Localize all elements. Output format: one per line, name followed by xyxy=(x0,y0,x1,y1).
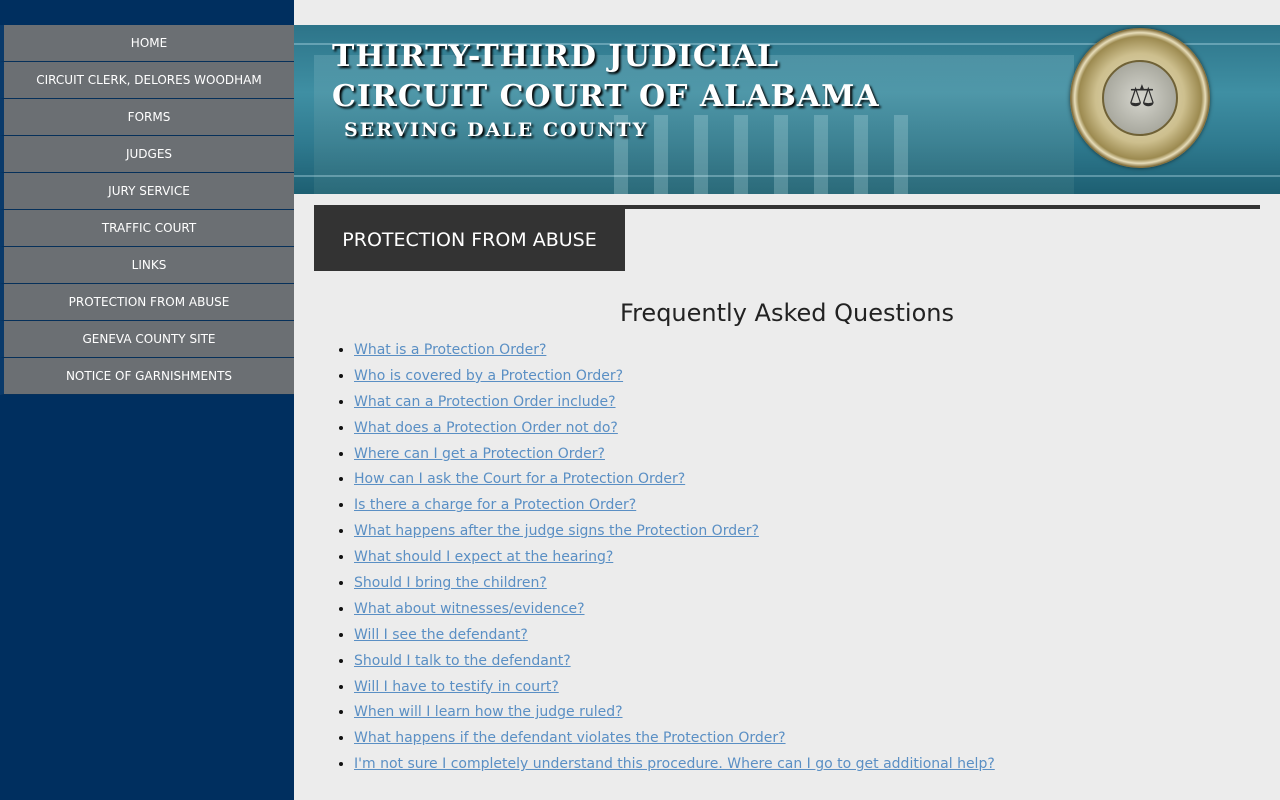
sidebar: HOME CIRCUIT CLERK, DELORES WOODHAM FORM… xyxy=(0,0,294,800)
scales-of-justice-icon: ⚖ xyxy=(1128,79,1156,114)
courthouse-column xyxy=(734,115,748,194)
nav-item-traffic-court[interactable]: TRAFFIC COURT xyxy=(0,210,294,247)
banner-stripe xyxy=(294,175,1280,177)
faq-link[interactable]: Will I see the defendant? xyxy=(354,627,528,643)
faq-item: Is there a charge for a Protection Order… xyxy=(354,495,995,521)
faq-item: Will I see the defendant? xyxy=(354,625,995,651)
courthouse-column xyxy=(814,115,828,194)
faq-link[interactable]: I'm not sure I completely understand thi… xyxy=(354,756,995,772)
faq-link[interactable]: Where can I get a Protection Order? xyxy=(354,446,605,462)
faq-link[interactable]: What happens if the defendant violates t… xyxy=(354,730,786,746)
nav-item-links[interactable]: LINKS xyxy=(0,247,294,284)
site-subtitle: SERVING DALE COUNTY xyxy=(344,119,649,141)
faq-link[interactable]: What can a Protection Order include? xyxy=(354,394,616,410)
faq-heading: Frequently Asked Questions xyxy=(620,299,954,327)
faq-item: Where can I get a Protection Order? xyxy=(354,444,995,470)
nav-item-jury-service[interactable]: JURY SERVICE xyxy=(0,173,294,210)
courthouse-column xyxy=(694,115,708,194)
faq-link[interactable]: What should I expect at the hearing? xyxy=(354,549,613,565)
faq-link[interactable]: Should I talk to the defendant? xyxy=(354,653,571,669)
faq-item: Should I talk to the defendant? xyxy=(354,651,995,677)
nav-item-forms[interactable]: FORMS xyxy=(0,99,294,136)
seal-center: ⚖ xyxy=(1102,60,1178,136)
main-content: PROTECTION FROM ABUSE Frequently Asked Q… xyxy=(314,205,1260,772)
faq-item: How can I ask the Court for a Protection… xyxy=(354,469,995,495)
faq-link[interactable]: Should I bring the children? xyxy=(354,575,547,591)
faq-item: What happens after the judge signs the P… xyxy=(354,521,995,547)
nav-item-geneva-county-site[interactable]: GENEVA COUNTY SITE xyxy=(0,321,294,358)
faq-item: Should I bring the children? xyxy=(354,573,995,599)
nav-item-protection-from-abuse[interactable]: PROTECTION FROM ABUSE xyxy=(0,284,294,321)
faq-link[interactable]: Is there a charge for a Protection Order… xyxy=(354,497,636,513)
state-seal-logo: ⚖ xyxy=(1070,28,1210,168)
faq-link[interactable]: Will I have to testify in court? xyxy=(354,679,559,695)
faq-item: Will I have to testify in court? xyxy=(354,677,995,703)
nav-item-home[interactable]: HOME xyxy=(0,25,294,62)
nav-item-notice-of-garnishments[interactable]: NOTICE OF GARNISHMENTS xyxy=(0,358,294,395)
faq-item: What can a Protection Order include? xyxy=(354,392,995,418)
main-nav: HOME CIRCUIT CLERK, DELORES WOODHAM FORM… xyxy=(0,25,294,395)
nav-item-judges[interactable]: JUDGES xyxy=(0,136,294,173)
courthouse-column xyxy=(854,115,868,194)
courthouse-column xyxy=(774,115,788,194)
faq-item: What does a Protection Order not do? xyxy=(354,418,995,444)
faq-item: I'm not sure I completely understand thi… xyxy=(354,754,995,780)
page-title-tab: PROTECTION FROM ABUSE xyxy=(314,205,625,271)
faq-link[interactable]: What happens after the judge signs the P… xyxy=(354,523,759,539)
header-banner: THIRTY-THIRD JUDICIAL CIRCUIT COURT OF A… xyxy=(294,25,1280,194)
faq-link[interactable]: What does a Protection Order not do? xyxy=(354,420,618,436)
faq-item: Who is covered by a Protection Order? xyxy=(354,366,995,392)
faq-link[interactable]: When will I learn how the judge ruled? xyxy=(354,704,623,720)
faq-item: When will I learn how the judge ruled? xyxy=(354,702,995,728)
faq-link[interactable]: Who is covered by a Protection Order? xyxy=(354,368,623,384)
courthouse-column xyxy=(654,115,668,194)
faq-list: What is a Protection Order? Who is cover… xyxy=(354,340,995,780)
faq-link[interactable]: What about witnesses/evidence? xyxy=(354,601,585,617)
site-title-line1: THIRTY-THIRD JUDICIAL xyxy=(332,39,780,74)
faq-item: What is a Protection Order? xyxy=(354,340,995,366)
faq-item: What should I expect at the hearing? xyxy=(354,547,995,573)
nav-item-circuit-clerk[interactable]: CIRCUIT CLERK, DELORES WOODHAM xyxy=(0,62,294,99)
faq-item: What happens if the defendant violates t… xyxy=(354,728,995,754)
courthouse-column xyxy=(894,115,908,194)
site-title: THIRTY-THIRD JUDICIAL CIRCUIT COURT OF A… xyxy=(332,37,880,117)
faq-link[interactable]: What is a Protection Order? xyxy=(354,342,546,358)
faq-link[interactable]: How can I ask the Court for a Protection… xyxy=(354,471,685,487)
faq-item: What about witnesses/evidence? xyxy=(354,599,995,625)
site-title-line2: CIRCUIT COURT OF ALABAMA xyxy=(332,79,880,114)
